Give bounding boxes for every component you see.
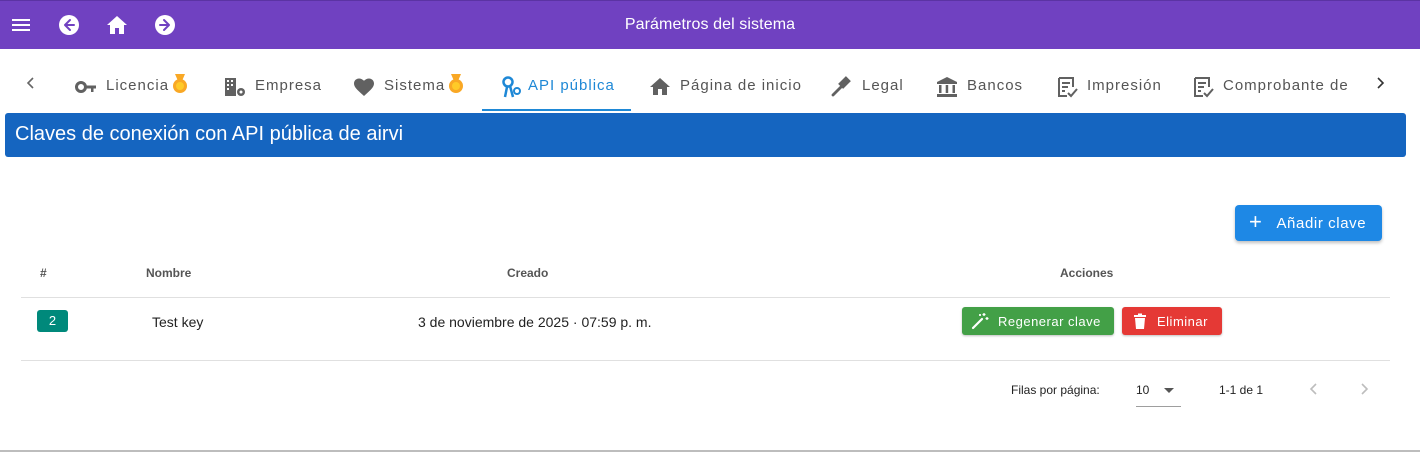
tab-label: Licencia <box>106 77 170 94</box>
api-icon <box>502 76 521 98</box>
rows-per-page-label: Filas por página: <box>1011 383 1100 397</box>
tab-impresion[interactable]: Impresión <box>1055 67 1165 111</box>
column-header-created: Creado <box>507 266 549 280</box>
id-badge: 2 <box>37 310 68 332</box>
business-settings-icon <box>225 78 245 96</box>
home-icon <box>650 78 670 95</box>
add-key-label: Añadir clave <box>1276 214 1367 232</box>
regenerate-label: Regenerar clave <box>998 313 1101 329</box>
section-title: Claves de conexión con API pública de ai… <box>5 113 1406 157</box>
magic-wand-icon <box>971 313 989 330</box>
medal-icon <box>173 74 188 93</box>
tab-legal[interactable]: Legal <box>830 67 908 111</box>
tab-label: API pública <box>528 77 615 94</box>
delete-key-button[interactable]: Eliminar <box>1122 307 1222 335</box>
tab-licencia[interactable]: Licencia <box>74 67 190 111</box>
regenerate-key-button[interactable]: Regenerar clave <box>962 307 1114 335</box>
key-name: Test key <box>152 314 204 330</box>
tab-label: Sistema <box>384 77 446 94</box>
column-header-id: # <box>40 266 47 280</box>
chevron-left-icon[interactable] <box>23 75 39 91</box>
previous-page-icon[interactable] <box>1306 381 1322 397</box>
bank-icon <box>937 77 957 97</box>
heart-icon <box>354 78 374 96</box>
next-page-icon[interactable] <box>1356 381 1372 397</box>
header-divider <box>21 297 1390 298</box>
row-divider <box>21 360 1390 361</box>
rows-per-page-value: 10 <box>1136 383 1150 397</box>
tab-api-publica[interactable]: API pública <box>482 67 631 111</box>
tab-label: Legal <box>862 77 904 94</box>
key-icon <box>75 81 96 93</box>
tab-label: Bancos <box>967 77 1024 94</box>
tab-label: Impresión <box>1087 77 1162 94</box>
plus-icon: + <box>1249 209 1263 234</box>
chevron-right-icon[interactable] <box>1372 75 1388 91</box>
created-date: 3 de noviembre de 2025 · 07:59 p. m. <box>418 314 652 330</box>
checklist-icon <box>1194 77 1214 98</box>
tab-sistema[interactable]: Sistema <box>352 67 468 111</box>
column-header-actions: Acciones <box>1060 266 1114 280</box>
tab-bar: Licencia Empresa Sistema API pública Pág… <box>0 49 1420 111</box>
app-bar: Parámetros del sistema <box>0 0 1420 49</box>
tab-label: Página de inicio <box>680 77 802 94</box>
checklist-icon <box>1058 77 1078 98</box>
add-key-button[interactable]: + Añadir clave <box>1235 205 1382 241</box>
tab-bancos[interactable]: Bancos <box>935 67 1027 111</box>
pagination-range: 1-1 de 1 <box>1219 383 1264 397</box>
caret-down-icon <box>1164 388 1174 393</box>
rows-per-page-select[interactable]: 10 <box>1136 378 1181 407</box>
column-header-name: Nombre <box>146 266 192 280</box>
gavel-icon <box>831 76 851 97</box>
delete-label: Eliminar <box>1157 313 1208 329</box>
tab-label: Comprobante de r <box>1223 77 1354 94</box>
tab-pagina-inicio[interactable]: Página de inicio <box>648 67 803 111</box>
medal-icon <box>449 74 464 93</box>
app-title: Parámetros del sistema <box>624 16 796 33</box>
tab-label: Empresa <box>255 77 323 94</box>
trash-icon <box>1134 313 1146 329</box>
tab-comprobante[interactable]: Comprobante de r <box>1191 67 1354 111</box>
tab-empresa[interactable]: Empresa <box>223 67 323 111</box>
